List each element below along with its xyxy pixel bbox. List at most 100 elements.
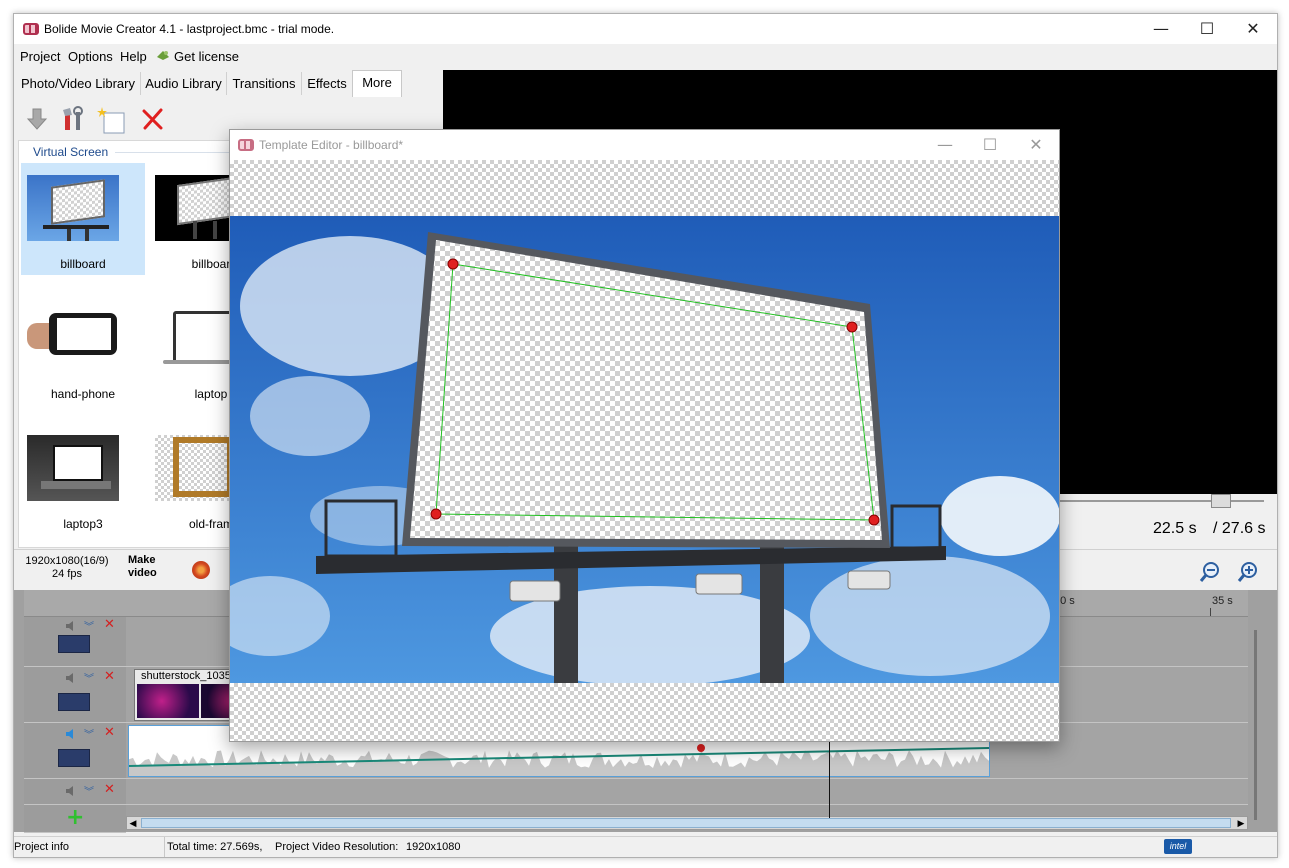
track-header-4: ︾ ✕: [24, 779, 126, 805]
window-title: Bolide Movie Creator 4.1 - lastproject.b…: [44, 22, 335, 36]
tab-more[interactable]: More: [352, 70, 402, 97]
dialog-close-button[interactable]: ✕: [1013, 130, 1059, 160]
empty-track[interactable]: [126, 779, 1248, 805]
status-resolution-value: 1920x1080: [406, 841, 461, 853]
track-header-1: ︾ ✕: [24, 617, 126, 667]
video-track-icon: [58, 693, 90, 711]
seek-track: [1058, 500, 1264, 502]
corner-handle-top-right[interactable]: [847, 322, 857, 332]
corner-handle-bottom-left[interactable]: [431, 509, 441, 519]
video-track-icon: [58, 635, 90, 653]
zoom-out-icon: [1199, 562, 1219, 582]
tab-transitions[interactable]: Transitions: [227, 72, 302, 95]
template-label: hand-phone: [50, 387, 116, 401]
speaker-icon[interactable]: [66, 786, 76, 796]
project-fps: 24 fps: [52, 568, 82, 580]
collapse-icon[interactable]: ︾: [84, 783, 94, 798]
dialog-maximize-button[interactable]: ☐: [967, 130, 1013, 160]
clip-frame: [137, 684, 199, 718]
collapse-icon[interactable]: ︾: [84, 726, 94, 741]
delete-x-icon: [142, 108, 163, 130]
status-resolution-label: Project Video Resolution:: [275, 841, 399, 853]
menu-project[interactable]: Project: [20, 49, 60, 64]
zoom-in-icon: [1237, 562, 1257, 582]
menu-get-license[interactable]: Get license: [174, 49, 239, 64]
track-header-3: ︾ ✕: [24, 723, 126, 779]
title-bar: Bolide Movie Creator 4.1 - lastproject.b…: [14, 14, 1277, 44]
delete-track-icon[interactable]: ✕: [104, 617, 115, 632]
collapse-icon[interactable]: ︾: [84, 618, 94, 633]
dialog-title-bar: Template Editor - billboard* — ☐ ✕: [230, 130, 1059, 160]
seek-thumb[interactable]: [1211, 494, 1231, 508]
scroll-left-icon[interactable]: ◀: [127, 817, 139, 829]
close-button[interactable]: ✕: [1230, 14, 1276, 44]
make-video-button[interactable]: [192, 561, 210, 579]
hand-phone-thumbnail: [27, 305, 119, 371]
current-time: 22.5 s: [1153, 520, 1197, 537]
template-canvas[interactable]: [230, 216, 1059, 686]
vertical-scrollbar[interactable]: [1254, 630, 1257, 820]
down-arrow-icon: [26, 108, 48, 130]
tab-effects[interactable]: Effects: [302, 72, 353, 95]
corner-handle-top-left[interactable]: [448, 259, 458, 269]
tools-icon: [63, 106, 83, 130]
laptop3-thumbnail: [27, 435, 119, 501]
license-icon: [156, 49, 170, 61]
minimize-button[interactable]: —: [1138, 14, 1184, 44]
template-editor-dialog: Template Editor - billboard* — ☐ ✕: [229, 129, 1060, 742]
app-logo-icon: [23, 23, 39, 35]
template-item-hand-phone[interactable]: hand-phone: [21, 293, 145, 405]
total-time: / 27.6 s: [1213, 520, 1266, 537]
billboard-scene: [230, 216, 1059, 686]
new-document-icon: [97, 107, 125, 134]
track-header-2: ︾ ✕: [24, 667, 126, 723]
menu-bar: Project Options Help Get license: [14, 44, 1277, 68]
menu-options[interactable]: Options: [68, 49, 113, 64]
speaker-icon[interactable]: [66, 621, 76, 631]
add-track-button[interactable]: +: [66, 805, 84, 830]
transparent-area-bottom: [230, 683, 1059, 741]
billboard-thumbnail: [27, 175, 119, 241]
status-project-info: Project info: [14, 841, 70, 853]
ruler-label-35s: 35 s: [1212, 595, 1233, 607]
speaker-active-icon[interactable]: [66, 729, 76, 739]
tab-audio-library[interactable]: Audio Library: [141, 72, 227, 95]
delete-track-icon[interactable]: ✕: [104, 782, 115, 797]
scroll-thumb[interactable]: [141, 818, 1231, 828]
tab-photo-video-library[interactable]: Photo/Video Library: [16, 72, 141, 95]
zoom-out-button[interactable]: [1198, 560, 1222, 584]
ruler-tick: [1210, 608, 1211, 616]
video-track-icon: [58, 749, 90, 767]
dialog-minimize-button[interactable]: —: [922, 130, 968, 160]
menu-help[interactable]: Help: [120, 49, 147, 64]
status-total-time: Total time: 27.569s,: [167, 841, 263, 853]
delete-template-button[interactable]: [140, 106, 166, 132]
maximize-button[interactable]: ☐: [1184, 14, 1230, 44]
timeline-scrollbar[interactable]: ◀ ▶: [126, 816, 1248, 830]
template-item-laptop3[interactable]: laptop3: [21, 423, 145, 535]
section-title: Virtual Screen: [33, 145, 109, 159]
make-video-label[interactable]: Make video: [128, 554, 172, 580]
scroll-right-icon[interactable]: ▶: [1235, 817, 1247, 829]
template-label: billboard: [60, 257, 106, 271]
new-template-button[interactable]: [96, 106, 126, 134]
project-resolution: 1920x1080(16/9): [25, 555, 109, 567]
corner-handle-bottom-right[interactable]: [869, 515, 879, 525]
transparent-area-top: [230, 160, 1059, 216]
edit-template-button[interactable]: [60, 106, 88, 132]
add-to-timeline-button[interactable]: [24, 106, 50, 132]
add-track-row: +: [24, 805, 126, 833]
collapse-icon[interactable]: ︾: [84, 670, 94, 685]
zoom-in-button[interactable]: [1236, 560, 1260, 584]
template-item-billboard[interactable]: billboard: [21, 163, 145, 275]
intel-badge: intel: [1164, 839, 1192, 854]
library-tabs: Photo/Video Library Audio Library Transi…: [14, 70, 436, 97]
status-bar: Project info Total time: 27.569s, Projec…: [14, 836, 1277, 857]
dialog-title: Template Editor - billboard*: [259, 138, 404, 152]
preview-seek-bar[interactable]: [1058, 494, 1264, 508]
delete-track-icon[interactable]: ✕: [104, 669, 115, 684]
delete-track-icon[interactable]: ✕: [104, 725, 115, 740]
speaker-icon[interactable]: [66, 673, 76, 683]
status-divider: [164, 837, 165, 857]
clip-name: shutterstock_1035: [141, 670, 231, 682]
